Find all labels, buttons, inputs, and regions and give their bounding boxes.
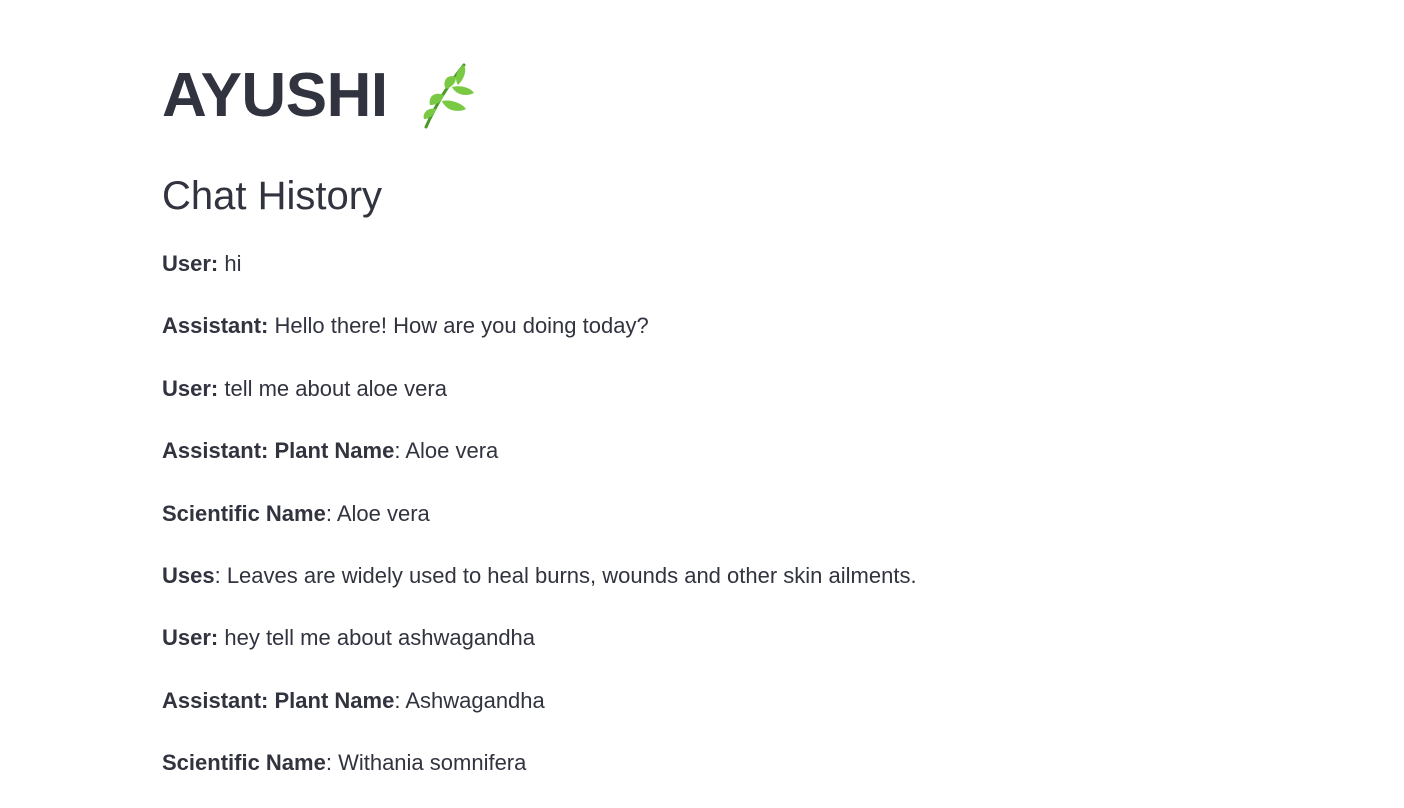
chat-message: User: hey tell me about ashwagandha xyxy=(162,620,1242,656)
message-field-label: Uses xyxy=(162,562,215,588)
chat-message: User: hi xyxy=(162,246,1242,282)
chat-message: Assistant: Plant Name: Aloe vera xyxy=(162,433,1242,469)
message-field-label: Scientific Name xyxy=(162,500,326,526)
message-text: : Aloe vera xyxy=(394,438,499,464)
message-text: : Ashwagandha xyxy=(394,687,545,713)
message-role: Assistant: xyxy=(162,313,269,339)
message-field-label: Plant Name xyxy=(274,687,395,713)
chat-message: Scientific Name: Withania somnifera xyxy=(162,745,1242,781)
message-field-label: Plant Name xyxy=(274,438,395,464)
message-text: Hello there! How are you doing today? xyxy=(268,313,649,339)
message-role: Assistant: xyxy=(162,687,275,713)
message-text: hi xyxy=(218,251,242,276)
message-role: User: xyxy=(162,375,219,401)
message-role: User: xyxy=(162,251,219,276)
message-text: tell me about aloe vera xyxy=(218,375,447,401)
app-title-text: AYUSHI xyxy=(162,61,388,130)
chat-message: Assistant: Plant Name: Ashwagandha xyxy=(162,683,1242,719)
chat-message: Scientific Name: Aloe vera xyxy=(162,496,1242,532)
message-text: : Aloe vera xyxy=(325,500,430,526)
herb-leaf-icon xyxy=(418,61,478,131)
message-text: : Withania somnifera xyxy=(325,750,527,776)
message-role: User: xyxy=(162,625,219,651)
chat-history-heading: Chat History xyxy=(162,174,383,218)
message-field-label: Scientific Name xyxy=(162,750,326,776)
chat-message: User: tell me about aloe vera xyxy=(162,371,1242,407)
message-text: : Leaves are widely used to heal burns, … xyxy=(214,562,917,588)
app-title: AYUSHI xyxy=(162,58,478,134)
chat-history-list: User: hi Assistant: Hello there! How are… xyxy=(162,246,1242,808)
chat-message: Assistant: Hello there! How are you doin… xyxy=(162,308,1242,344)
message-role: Assistant: xyxy=(162,438,275,464)
message-text: hey tell me about ashwagandha xyxy=(218,625,536,651)
chat-message: Uses: Leaves are widely used to heal bur… xyxy=(162,558,1242,594)
